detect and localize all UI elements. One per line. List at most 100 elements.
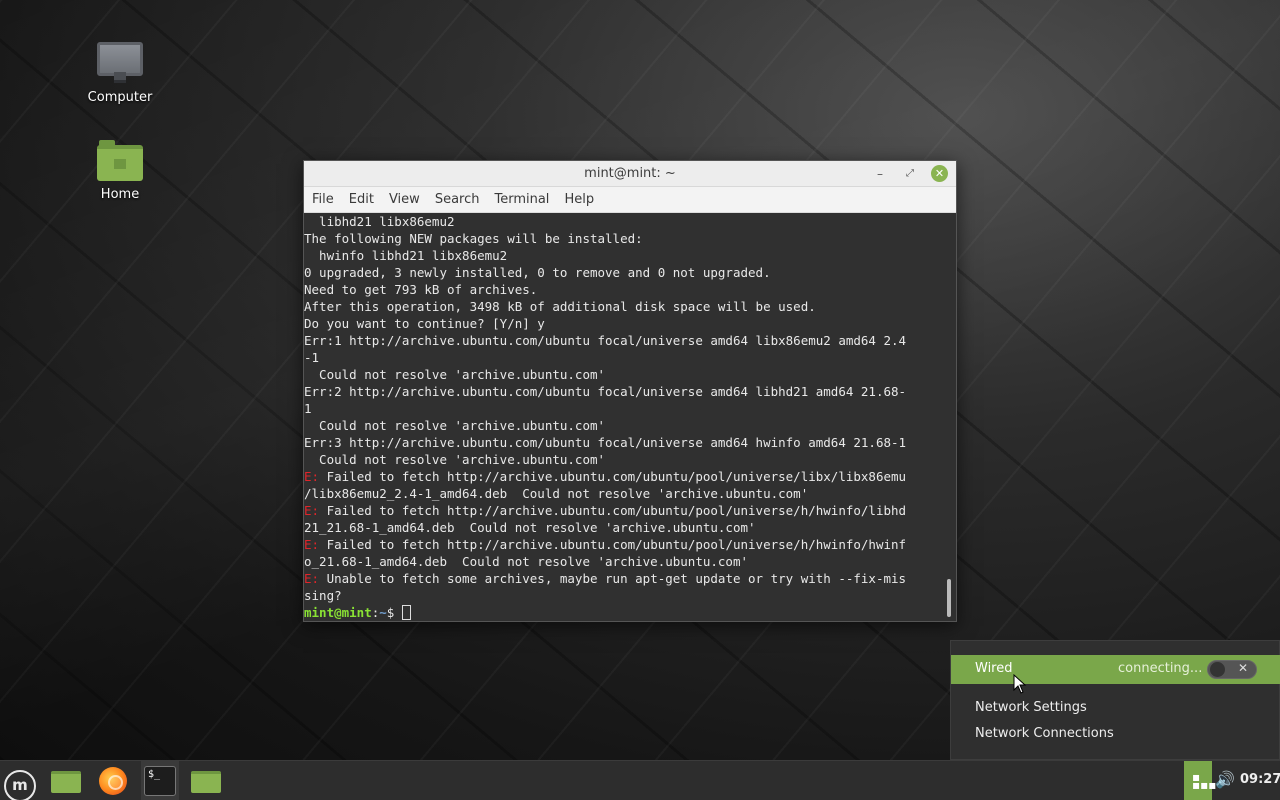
menu-help[interactable]: Help (564, 192, 594, 207)
menu-search[interactable]: Search (435, 192, 480, 207)
scrollbar[interactable] (947, 579, 951, 617)
prompt-symbol: $ (386, 605, 402, 620)
terminal-line-text: Could not resolve 'archive.ubuntu.com' (304, 452, 606, 467)
prompt-path: ~ (379, 605, 387, 620)
terminal-line-text: Do you want to continue? [Y/n] y (304, 316, 545, 331)
terminal-line: Err:2 http://archive.ubuntu.com/ubuntu f… (304, 383, 906, 400)
terminal-line: 21_21.68-1_amd64.deb Could not resolve '… (304, 519, 906, 536)
menu-file[interactable]: File (312, 192, 334, 207)
terminal-line-text: 1 (304, 401, 312, 416)
desktop-icon-computer[interactable]: Computer (75, 42, 165, 105)
wired-label: Wired (975, 661, 1013, 676)
maximize-button[interactable]: ⤢ (901, 165, 919, 183)
error-marker: E: (304, 571, 320, 586)
network-tray-button[interactable]: ▪ ▪▪▪ (1184, 761, 1216, 800)
terminal-line: sing? (304, 587, 906, 604)
terminal-icon: $_ (144, 766, 176, 796)
terminal-line-text: Err:3 http://archive.ubuntu.com/ubuntu f… (304, 435, 907, 450)
terminal-line: After this operation, 3498 kB of additio… (304, 298, 906, 315)
terminal-line-text: sing? (304, 588, 342, 603)
prompt-line[interactable]: mint@mint:~$ (304, 604, 906, 621)
terminal-output[interactable]: libhd21 libx86emu2 The following NEW pack… (304, 213, 956, 621)
mint-menu-icon: m (4, 770, 36, 800)
network-icon: ▪ ▪▪▪ (1192, 770, 1217, 792)
files-icon (51, 771, 81, 793)
terminal-line-text: Err:1 http://archive.ubuntu.com/ubuntu f… (304, 333, 907, 348)
terminal-line: -1 (304, 349, 906, 366)
terminal-line-text: Could not resolve 'archive.ubuntu.com' (304, 418, 606, 433)
text-cursor (401, 605, 411, 620)
folder-launcher[interactable] (188, 766, 224, 796)
window-title: mint@mint: ~ (584, 166, 676, 181)
terminal-line-text: Err:2 http://archive.ubuntu.com/ubuntu f… (304, 384, 907, 399)
firefox-launcher[interactable] (96, 766, 132, 796)
network-connections-item[interactable]: Network Connections (975, 726, 1114, 741)
close-button[interactable]: ✕ (931, 165, 948, 182)
network-settings-item[interactable]: Network Settings (975, 700, 1087, 715)
terminal-line: E: Failed to fetch http://archive.ubuntu… (304, 536, 906, 553)
prompt-user: mint@mint (304, 605, 372, 620)
terminal-line-text: 0 upgraded, 3 newly installed, 0 to remo… (304, 265, 771, 280)
terminal-line: Err:1 http://archive.ubuntu.com/ubuntu f… (304, 332, 906, 349)
network-menu: Wired connecting... ✕ Network Settings N… (950, 640, 1280, 760)
terminal-line-text: -1 (304, 350, 320, 365)
terminal-line-text: Failed to fetch http://archive.ubuntu.co… (319, 537, 907, 552)
terminal-line: Do you want to continue? [Y/n] y (304, 315, 906, 332)
toggle-knob (1210, 662, 1225, 677)
terminal-line: E: Unable to fetch some archives, maybe … (304, 570, 906, 587)
terminal-line: o_21.68-1_amd64.deb Could not resolve 'a… (304, 553, 906, 570)
terminal-line: hwinfo libhd21 libx86emu2 (304, 247, 906, 264)
menu-bar: File Edit View Search Terminal Help (304, 187, 956, 213)
terminal-line: Err:3 http://archive.ubuntu.com/ubuntu f… (304, 434, 906, 451)
menu-terminal[interactable]: Terminal (494, 192, 549, 207)
terminal-line-text: The following NEW packages will be insta… (304, 231, 643, 246)
terminal-line-text: 21_21.68-1_amd64.deb Could not resolve '… (304, 520, 756, 535)
terminal-window[interactable]: mint@mint: ~ – ⤢ ✕ File Edit View Search… (303, 160, 957, 622)
terminal-line: /libx86emu2_2.4-1_amd64.deb Could not re… (304, 485, 906, 502)
menu-view[interactable]: View (389, 192, 420, 207)
terminal-line-text: Unable to fetch some archives, maybe run… (319, 571, 907, 586)
clock[interactable]: 09:27 (1240, 772, 1280, 787)
error-marker: E: (304, 469, 320, 484)
terminal-line: Could not resolve 'archive.ubuntu.com' (304, 451, 906, 468)
wired-connection-row[interactable]: Wired connecting... ✕ (951, 655, 1280, 684)
desktop-icon-label: Computer (87, 90, 153, 105)
firefox-icon (99, 767, 127, 795)
terminal-line-text: /libx86emu2_2.4-1_amd64.deb Could not re… (304, 486, 809, 501)
terminal-line-text: Could not resolve 'archive.ubuntu.com' (304, 367, 606, 382)
terminal-line-text: libhd21 libx86emu2 (304, 214, 455, 229)
terminal-line: E: Failed to fetch http://archive.ubuntu… (304, 468, 906, 485)
desktop-icon-home[interactable]: Home (75, 140, 165, 202)
terminal-line: 1 (304, 400, 906, 417)
terminal-line-text: Failed to fetch http://archive.ubuntu.co… (319, 469, 907, 484)
desktop-icon-label: Home (100, 187, 140, 202)
wired-state: connecting... (1118, 661, 1203, 676)
terminal-line-text: Failed to fetch http://archive.ubuntu.co… (319, 503, 907, 518)
taskbar: m $_ ▪ ▪▪▪ 🔊 09:27 (0, 760, 1280, 800)
terminal-line: Could not resolve 'archive.ubuntu.com' (304, 417, 906, 434)
menu-edit[interactable]: Edit (349, 192, 374, 207)
terminal-line: libhd21 libx86emu2 (304, 213, 906, 230)
mouse-pointer-icon (1013, 674, 1027, 694)
error-marker: E: (304, 503, 320, 518)
menu-button[interactable]: m (0, 766, 36, 800)
error-marker: E: (304, 537, 320, 552)
window-titlebar[interactable]: mint@mint: ~ – ⤢ ✕ (304, 161, 956, 187)
wired-toggle[interactable]: ✕ (1207, 660, 1257, 679)
terminal-line-text: o_21.68-1_amd64.deb Could not resolve 'a… (304, 554, 749, 569)
terminal-line: 0 upgraded, 3 newly installed, 0 to remo… (304, 264, 906, 281)
terminal-line: Could not resolve 'archive.ubuntu.com' (304, 366, 906, 383)
terminal-line: Need to get 793 kB of archives. (304, 281, 906, 298)
terminal-line-text: hwinfo libhd21 libx86emu2 (304, 248, 508, 263)
volume-icon[interactable]: 🔊 (1215, 770, 1235, 789)
terminal-text: libhd21 libx86emu2 The following NEW pack… (304, 213, 906, 621)
folder-icon (191, 771, 221, 793)
terminal-line: The following NEW packages will be insta… (304, 230, 906, 247)
files-launcher[interactable] (48, 766, 84, 796)
home-folder-icon (97, 140, 143, 181)
minimize-button[interactable]: – (871, 165, 889, 183)
computer-icon (97, 42, 143, 83)
terminal-line: E: Failed to fetch http://archive.ubuntu… (304, 502, 906, 519)
terminal-launcher[interactable]: $_ (142, 766, 178, 796)
toggle-off-icon: ✕ (1237, 661, 1248, 675)
